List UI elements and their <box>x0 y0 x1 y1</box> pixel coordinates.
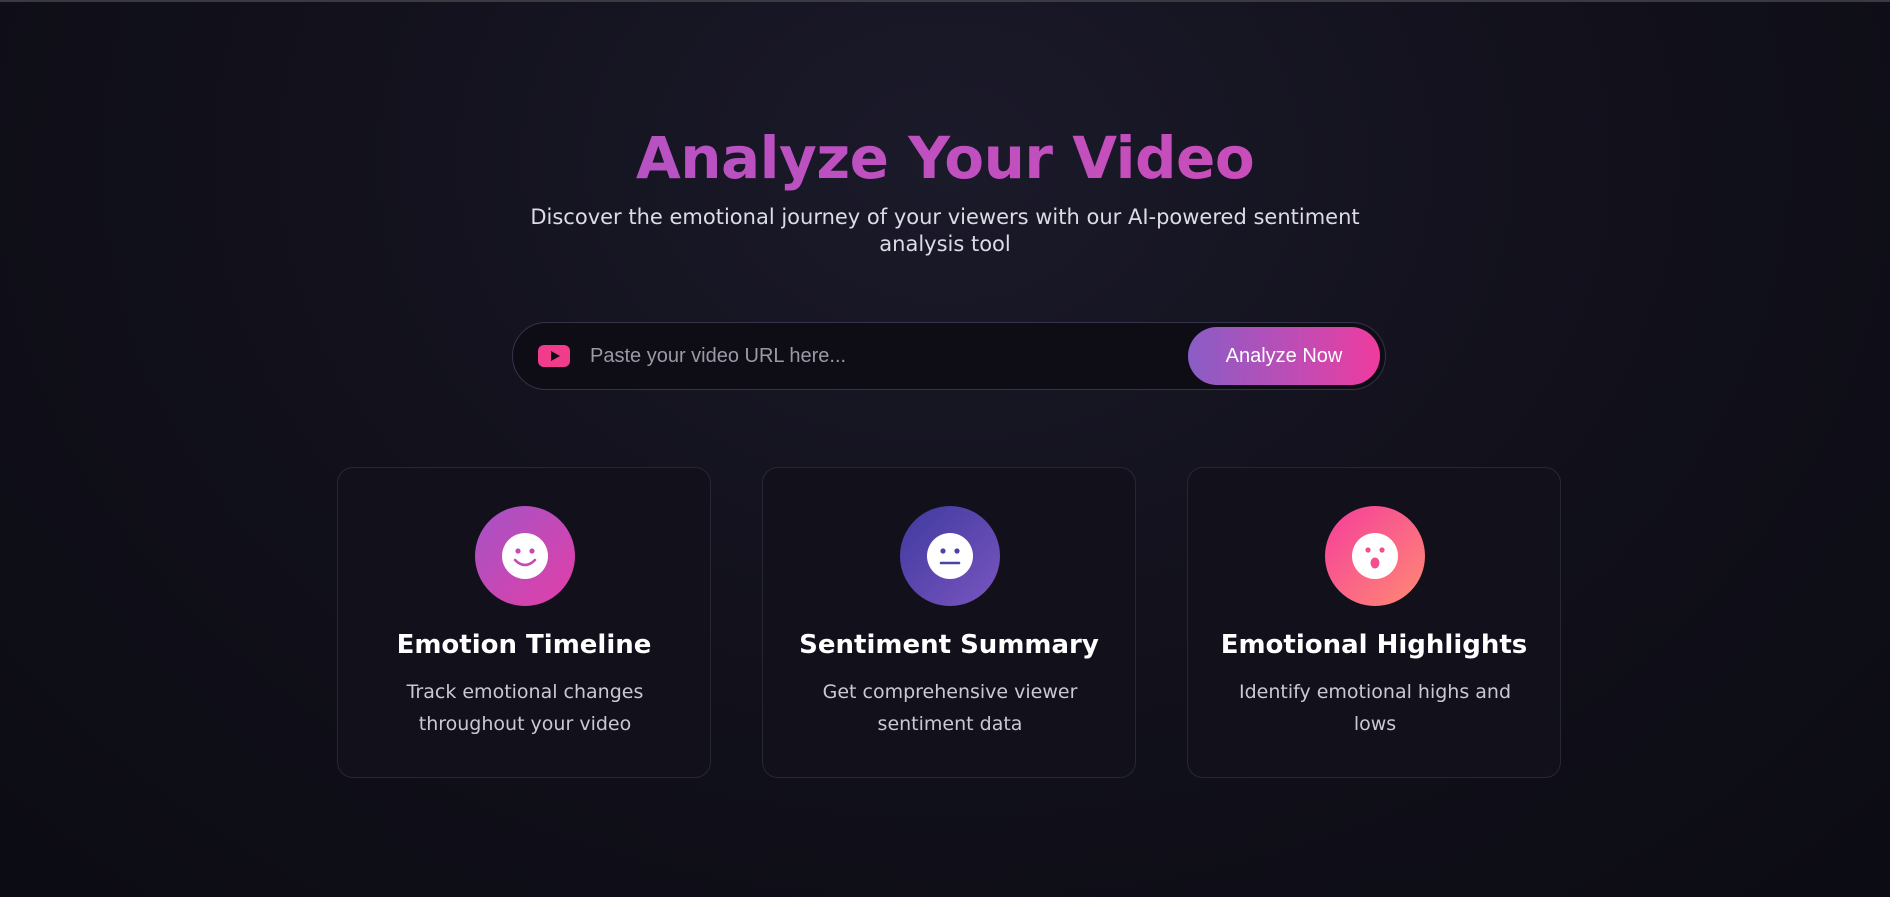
video-url-input[interactable] <box>588 335 1188 377</box>
surprised-face-icon <box>1325 506 1425 606</box>
video-url-search-bar: Analyze Now <box>512 322 1386 390</box>
feature-description: Get comprehensive viewer sentiment data <box>822 681 1078 735</box>
feature-title: Sentiment Summary <box>799 630 1099 660</box>
analyze-now-button[interactable]: Analyze Now <box>1188 327 1380 385</box>
feature-description: Track emotional changes throughout your … <box>406 681 644 735</box>
feature-title: Emotional Highlights <box>1220 630 1528 660</box>
page-title: Analyze Your Video <box>0 118 1890 198</box>
smile-face-icon <box>475 506 575 606</box>
window-top-border <box>0 0 1890 2</box>
feature-title: Emotion Timeline <box>396 630 652 660</box>
page-subtitle: Discover the emotional journey of your v… <box>530 205 1360 256</box>
youtube-play-icon <box>538 345 570 367</box>
neutral-face-icon <box>900 506 1000 606</box>
feature-description: Identify emotional highs and lows <box>1238 681 1512 735</box>
feature-card-emotional-highlights: Emotional Highlights Identify emotional … <box>1187 467 1561 778</box>
feature-cards: Emotion Timeline Track emotional changes… <box>337 467 1562 778</box>
feature-card-sentiment-summary: Sentiment Summary Get comprehensive view… <box>762 467 1136 778</box>
feature-card-emotion-timeline: Emotion Timeline Track emotional changes… <box>337 467 711 778</box>
hero-section: Analyze Your Video Discover the emotiona… <box>0 118 1890 258</box>
